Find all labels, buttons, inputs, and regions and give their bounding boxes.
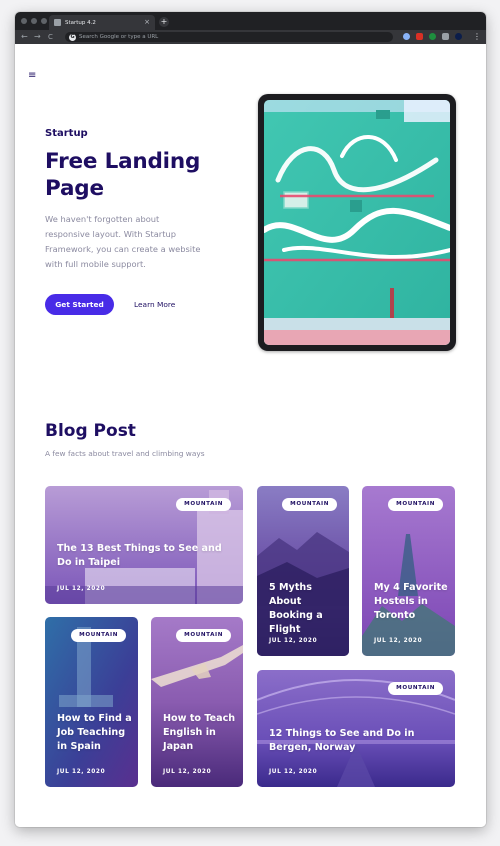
blog-card-image	[362, 486, 455, 656]
tab-close-icon[interactable]: ×	[144, 19, 150, 26]
minimize-window-button[interactable]	[31, 18, 37, 24]
learn-more-link[interactable]: Learn More	[134, 300, 175, 309]
blog-card-date: JUL 12, 2020	[269, 638, 318, 644]
blog-section-subtitle: A few facts about travel and climbing wa…	[45, 449, 205, 458]
category-badge[interactable]: MOUNTAIN	[388, 682, 443, 695]
blog-card[interactable]: MOUNTAIN How to Teach English in Japan J…	[151, 617, 243, 787]
blog-card-title: 5 Myths About Booking a Flight	[269, 582, 323, 635]
window-controls	[21, 18, 47, 24]
maximize-window-button[interactable]	[41, 18, 47, 24]
puzzle-extensions-icon[interactable]	[442, 33, 449, 40]
hero-eyebrow: Startup	[45, 128, 88, 139]
back-arrow-icon[interactable]: ←	[21, 32, 28, 42]
blog-card-date: JUL 12, 2020	[57, 769, 106, 775]
blog-card-date: JUL 12, 2020	[269, 769, 318, 775]
blog-card-title: How to Find a Job Teaching in Spain	[57, 713, 132, 752]
browser-tab-active[interactable]: Startup 4.2 ×	[49, 15, 155, 30]
favicon-icon	[54, 19, 61, 26]
blog-card-date: JUL 12, 2020	[163, 769, 212, 775]
blog-card-title: How to Teach English in Japan	[163, 713, 236, 752]
extension-icon[interactable]	[403, 33, 410, 40]
address-bar-placeholder: Search Google or type a URL	[79, 34, 159, 40]
blog-card[interactable]: MOUNTAIN The 13 Best Things to See and D…	[45, 486, 243, 604]
address-bar[interactable]: G Search Google or type a URL	[65, 32, 393, 42]
forward-arrow-icon[interactable]: →	[34, 32, 41, 42]
blog-card-title: 12 Things to See and Do in Bergen, Norwa…	[269, 728, 415, 753]
blog-section-title: Blog Post	[45, 421, 136, 441]
tab-title: Startup 4.2	[65, 19, 96, 26]
hero-description: We haven't forgotten about responsive la…	[45, 214, 201, 269]
blog-card[interactable]: MOUNTAIN 5 Myths About Booking a Flight …	[257, 486, 349, 656]
extension-icon[interactable]	[429, 33, 436, 40]
reload-icon[interactable]: C	[48, 32, 53, 42]
browser-toolbar: ← → C G Search Google or type a URL ⋮	[15, 30, 486, 44]
blog-card-image	[45, 617, 138, 787]
hero-title: Free Landing Page	[45, 149, 201, 201]
extension-icon[interactable]	[416, 33, 423, 40]
category-badge[interactable]: MOUNTAIN	[388, 498, 443, 511]
browser-tab-bar: Startup 4.2 × +	[15, 12, 486, 30]
blog-card-title: My 4 Favorite Hostels in Toronto	[374, 582, 448, 621]
tablet-mockup	[258, 94, 456, 351]
blog-card-title: The 13 Best Things to See and Do in Taip…	[57, 543, 222, 568]
page-content: ≡ Startup Free Landing Page We haven't f…	[15, 44, 486, 827]
profile-avatar[interactable]	[455, 33, 462, 40]
close-window-button[interactable]	[21, 18, 27, 24]
hamburger-menu-icon[interactable]: ≡	[28, 71, 36, 81]
category-badge[interactable]: MOUNTAIN	[71, 629, 126, 642]
category-badge[interactable]: MOUNTAIN	[176, 629, 231, 642]
get-started-button[interactable]: Get Started	[45, 294, 114, 315]
blog-card-image	[151, 617, 243, 787]
new-tab-button[interactable]: +	[159, 17, 169, 27]
google-icon: G	[69, 33, 76, 41]
blog-card[interactable]: MOUNTAIN How to Find a Job Teaching in S…	[45, 617, 138, 787]
browser-window: Startup 4.2 × + ← → C G Search Google or…	[15, 12, 486, 827]
hero-image	[264, 100, 450, 345]
category-badge[interactable]: MOUNTAIN	[282, 498, 337, 511]
browser-menu-icon[interactable]: ⋮	[473, 32, 481, 42]
blog-card[interactable]: MOUNTAIN 12 Things to See and Do in Berg…	[257, 670, 455, 787]
blog-card[interactable]: MOUNTAIN My 4 Favorite Hostels in Toront…	[362, 486, 455, 656]
category-badge[interactable]: MOUNTAIN	[176, 498, 231, 511]
blog-card-date: JUL 12, 2020	[374, 638, 423, 644]
blog-card-date: JUL 12, 2020	[57, 586, 106, 592]
